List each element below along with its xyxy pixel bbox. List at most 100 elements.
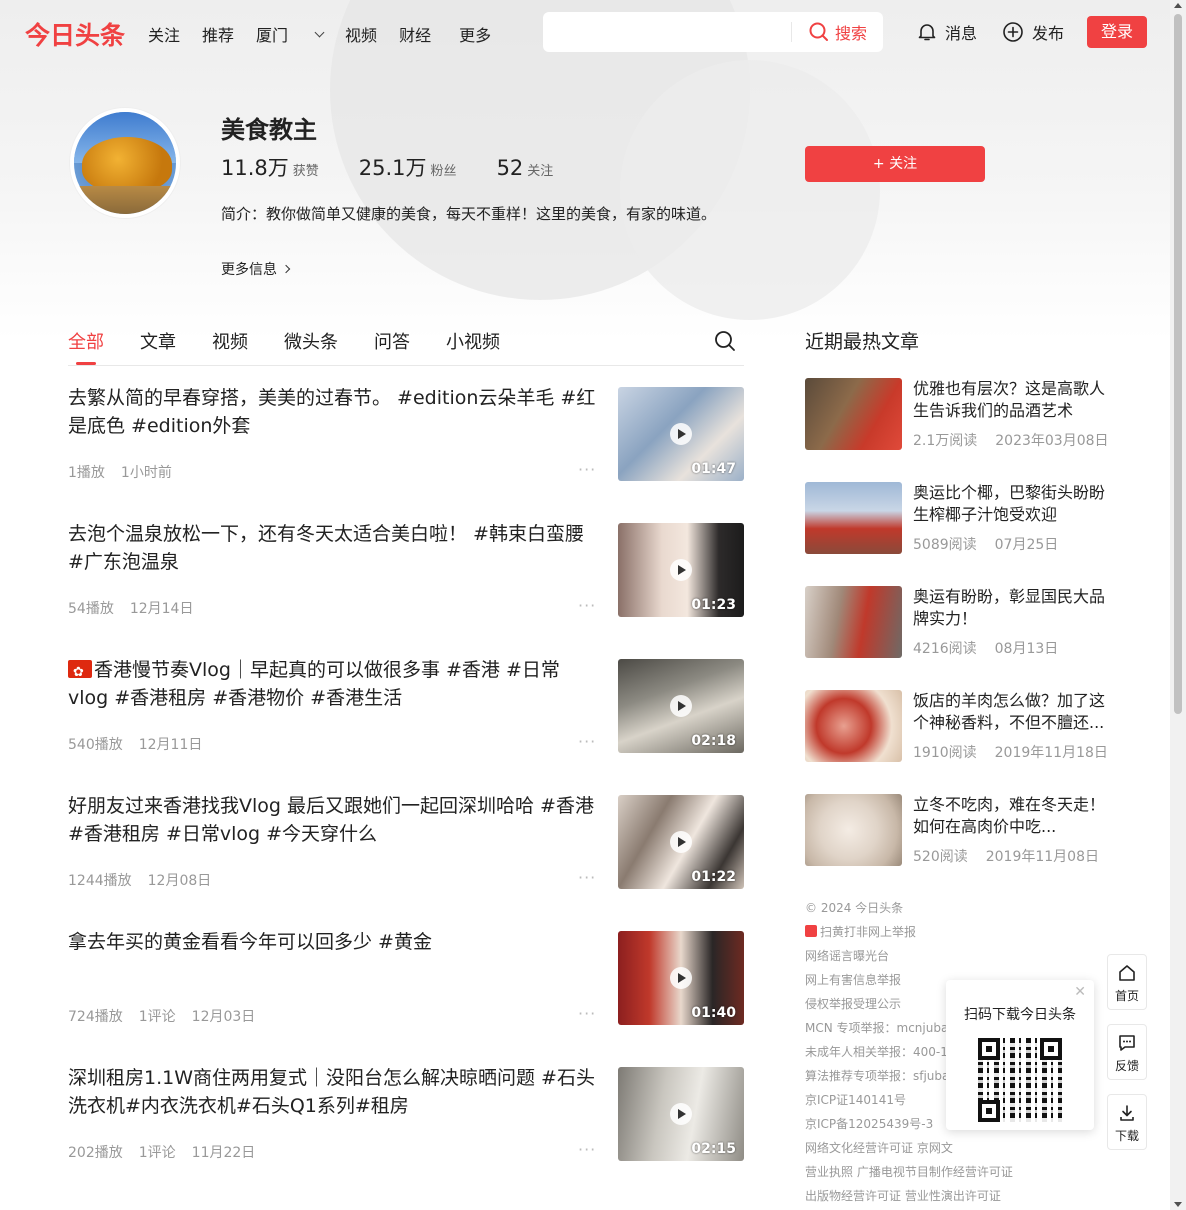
video-thumbnail[interactable]: 01:23 [618,523,744,617]
more-info-link[interactable]: 更多信息 [221,259,291,279]
feed-item-title-text: 香港慢节奏Vlog｜早起真的可以做很多事 #香港 #日常vlog #香港租房 #… [68,659,560,709]
chevron-down-icon [314,27,325,37]
nav-item-video[interactable]: 视频 [345,22,377,46]
more-options-icon[interactable]: ··· [578,732,596,751]
tab-micro-posts[interactable]: 微头条 [284,328,338,354]
search-icon [715,331,735,351]
search-box: 搜索 [543,12,883,52]
feed-item-title[interactable]: 去泡个温泉放松一下，还有冬天太适合美白啦！ #韩束白蛮腰 #广东泡温泉 [68,520,598,576]
video-thumbnail[interactable]: 02:15 [618,1067,744,1161]
feed-item-title[interactable]: 香港慢节奏Vlog｜早起真的可以做很多事 #香港 #日常vlog #香港租房 #… [68,656,598,712]
feed-item: 去泡个温泉放松一下，还有冬天太适合美白啦！ #韩束白蛮腰 #广东泡温泉 54播放… [68,506,744,642]
article-meta: 1910阅读 2019年11月18日 [913,742,1108,762]
feedback-float-button[interactable]: 反馈 [1107,1024,1147,1080]
main-nav: 关注 推荐 厦门 视频 财经 更多 [148,22,513,46]
tab-videos[interactable]: 视频 [212,328,248,354]
page-scrollbar[interactable] [1170,0,1186,1210]
article-thumbnail[interactable] [805,794,902,866]
article-date: 07月25日 [994,537,1059,553]
messages-label: 消息 [945,24,978,43]
search-button[interactable]: 搜索 [809,20,867,44]
article-title[interactable]: 奥运比个椰，巴黎街头盼盼生榨椰子汁饱受欢迎 [913,482,1110,526]
article-date: 08月13日 [994,641,1059,657]
search-input[interactable] [553,18,783,46]
qr-download-popup: ✕ 扫码下载今日头条 [946,980,1094,1130]
more-options-icon[interactable]: ··· [578,596,596,615]
feed-item: 好朋友过来香港找我Vlog 最后又跟她们一起回深圳哈哈 #香港 #香港租房 #日… [68,778,744,914]
footer-link[interactable]: 出版物经营许可证 营业性演出许可证 [805,1184,1013,1208]
profile-bio: 简介：教你做简单又健康的美食，每天不重样！这里的美食，有家的味道。 [221,205,717,223]
video-thumbnail[interactable]: 01:40 [618,931,744,1025]
feed-item: 深圳租房1.1W商住两用复式｜没阳台怎么解决晾晒问题 #石头洗衣机#内衣洗衣机#… [68,1050,744,1186]
nav-item-recommend[interactable]: 推荐 [202,22,234,46]
avatar[interactable] [70,108,180,218]
publish-label: 发布 [1032,24,1065,43]
footer-link-label: 扫黄打非网上举报 [820,925,917,939]
tab-short-videos[interactable]: 小视频 [446,328,500,354]
more-options-icon[interactable]: ··· [578,868,596,887]
more-options-icon[interactable]: ··· [578,1140,596,1159]
messages-button[interactable]: 消息 [917,20,977,44]
play-icon [670,967,692,989]
feedback-icon [1108,1033,1146,1055]
tab-articles[interactable]: 文章 [140,328,176,354]
close-icon[interactable]: ✕ [1074,984,1086,1000]
article-thumbnail[interactable] [805,482,902,554]
content-tabs: 全部 文章 视频 微头条 问答 小视频 [68,328,744,366]
article-thumbnail[interactable] [805,586,902,658]
article-title[interactable]: 立冬不吃肉，难在冬天走！如何在高肉价中吃... [913,794,1110,838]
video-thumbnail[interactable]: 01:22 [618,795,744,889]
video-thumbnail[interactable]: 02:18 [618,659,744,753]
feed-item-title[interactable]: 拿去年买的黄金看看今年可以回多少 #黄金 [68,928,598,956]
qr-title: 扫码下载今日头条 [964,1007,1076,1023]
nav-item-city[interactable]: 厦门 [256,22,325,46]
top-navigation-bar: 今日头条 关注 推荐 厦门 视频 财经 更多 搜索 消息 发布 登录 [0,0,1170,64]
article-date: 2019年11月08日 [985,849,1099,865]
footer-link[interactable]: 营业执照 广播电视节目制作经营许可证 [805,1160,1013,1184]
following-stat[interactable]: 52 关注 [497,156,554,180]
download-float-button[interactable]: 下载 [1107,1094,1147,1150]
scroll-up-arrow-icon[interactable] [1174,3,1182,8]
publish-button[interactable]: 发布 [1002,20,1064,44]
login-button[interactable]: 登录 [1087,16,1147,48]
article-title[interactable]: 饭店的羊肉怎么做？加了这个神秘香料，不但不膻还... [913,690,1110,734]
tab-all[interactable]: 全部 [68,328,104,365]
more-options-icon[interactable]: ··· [578,1004,596,1023]
feed-item-meta: 1播放 1小时前 [68,462,172,482]
hong-kong-flag-icon [68,659,92,687]
nav-item-more[interactable]: 更多 [459,22,491,46]
more-options-icon[interactable]: ··· [578,460,596,479]
article-thumbnail[interactable] [805,690,902,762]
feed-item-title[interactable]: 好朋友过来香港找我Vlog 最后又跟她们一起回深圳哈哈 #香港 #香港租房 #日… [68,792,598,848]
nav-item-following[interactable]: 关注 [148,22,180,46]
feed-item-title[interactable]: 深圳租房1.1W商住两用复式｜没阳台怎么解决晾晒问题 #石头洗衣机#内衣洗衣机#… [68,1064,598,1120]
tab-search-button[interactable] [714,330,736,356]
download-icon [1108,1103,1146,1125]
toutiao-logo[interactable]: 今日头条 [25,16,125,52]
read-count: 2.1万阅读 [913,433,978,449]
nav-item-finance[interactable]: 财经 [399,22,431,46]
scroll-down-arrow-icon[interactable] [1174,1202,1182,1207]
article-thumbnail[interactable] [805,378,902,450]
feed-item-title[interactable]: 去繁从简的早春穿搭，美美的过春节。 #edition云朵羊毛 #红是底色 #ed… [68,384,598,440]
video-duration: 01:47 [691,461,736,477]
likes-label: 获赞 [292,164,319,179]
follow-button[interactable]: + 关注 [805,146,985,182]
fans-stat[interactable]: 25.1万 粉丝 [359,152,457,182]
nav-city-label: 厦门 [256,26,289,45]
article-title[interactable]: 奥运有盼盼，彰显国民大品牌实力！ [913,586,1110,630]
hot-article-item: 优雅也有层次？这是高歌人生告诉我们的品酒艺术 2.1万阅读 2023年03月08日 [805,378,1110,482]
scrollbar-thumb[interactable] [1174,14,1182,714]
home-float-button[interactable]: 首页 [1107,954,1147,1010]
video-thumbnail[interactable]: 01:47 [618,387,744,481]
qr-finder [1040,1038,1062,1060]
chevron-right-icon [281,264,291,274]
footer-link[interactable]: 网络谣言曝光台 [805,944,1013,968]
footer-link[interactable]: 扫黄打非网上举报 [805,920,1013,944]
article-title[interactable]: 优雅也有层次？这是高歌人生告诉我们的品酒艺术 [913,378,1110,422]
feed-list: 去繁从简的早春穿搭，美美的过春节。 #edition云朵羊毛 #红是底色 #ed… [68,370,744,1186]
post-time: 12月03日 [191,1009,256,1025]
tab-qa[interactable]: 问答 [374,328,410,354]
feed-item-meta: 1244播放 12月08日 [68,870,211,890]
footer-link[interactable]: 网络文化经营许可证 京网文 [805,1136,1013,1160]
